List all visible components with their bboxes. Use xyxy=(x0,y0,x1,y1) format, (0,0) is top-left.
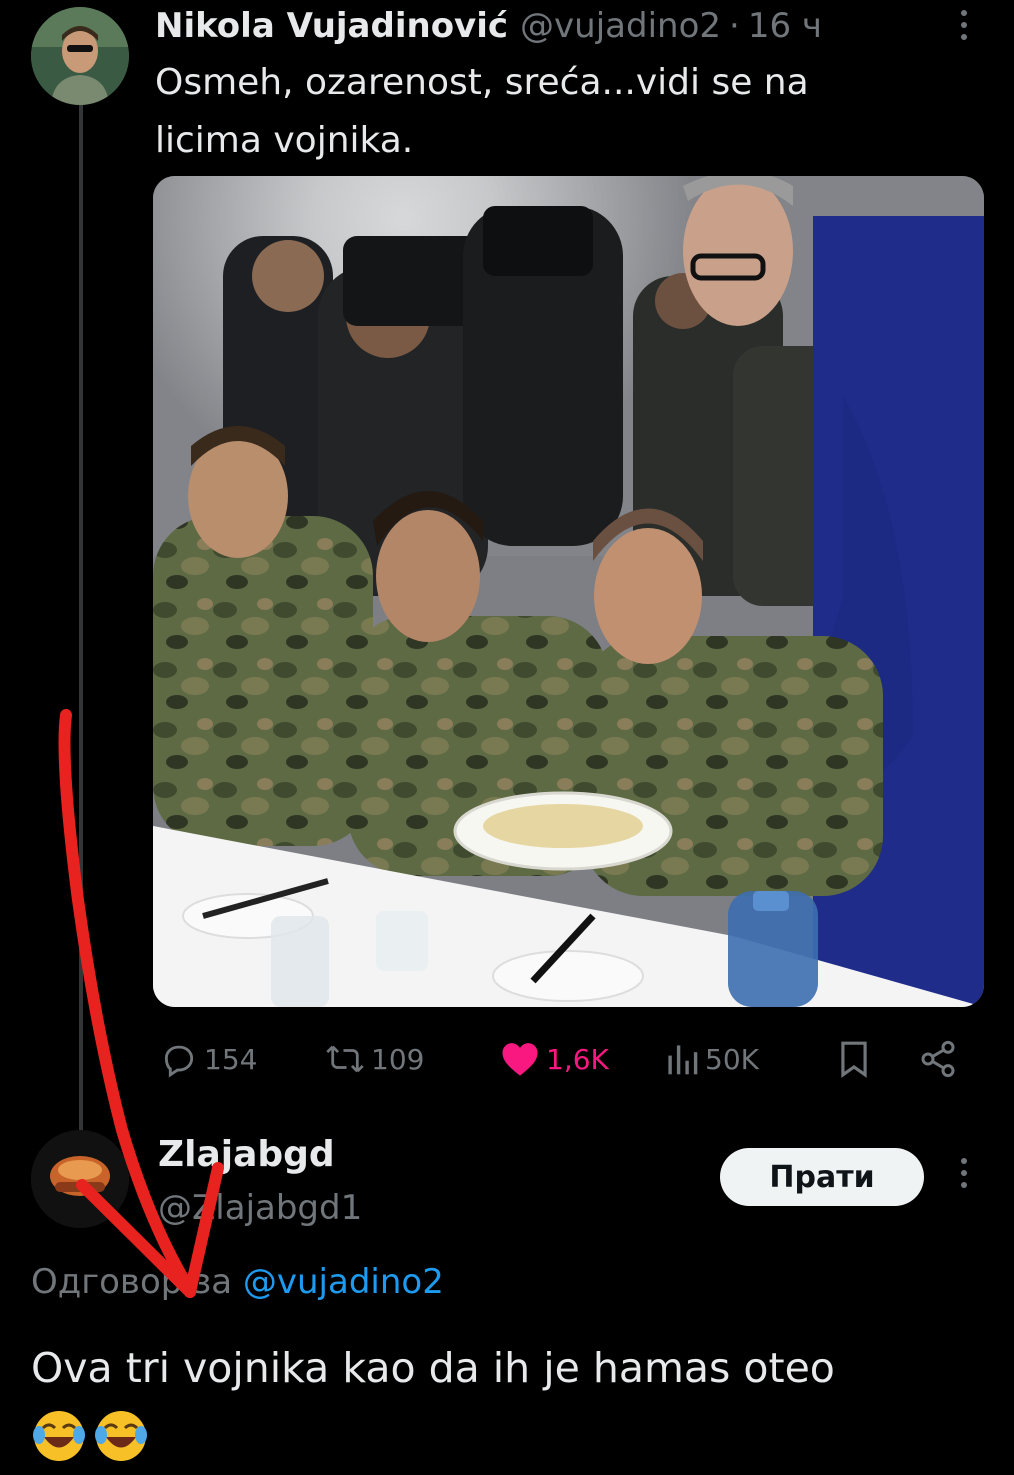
bookmark-icon xyxy=(837,1040,871,1078)
header-separator: · xyxy=(729,6,740,46)
reply-avatar-image xyxy=(31,1130,129,1228)
reply-author-handle[interactable]: @Zlajabgd1 xyxy=(158,1188,362,1228)
like-button[interactable]: 1,6K xyxy=(500,1030,609,1088)
retweet-icon xyxy=(325,1040,365,1078)
views-button[interactable]: 50K xyxy=(665,1030,759,1088)
reply-author-name[interactable]: Zlajabgd xyxy=(158,1134,335,1175)
tweet-timestamp[interactable]: 16 ч xyxy=(748,6,822,46)
replying-to-mention[interactable]: @vujadino2 xyxy=(243,1262,444,1302)
reply-text: Ova tri vojnika kao da ih je hamas oteo xyxy=(31,1344,835,1392)
reply-icon xyxy=(160,1040,198,1078)
retweet-button[interactable]: 109 xyxy=(325,1030,424,1088)
bookmark-button[interactable] xyxy=(837,1030,871,1088)
replying-to-line: Одговор за @vujadino2 xyxy=(31,1262,444,1302)
avatar-image xyxy=(31,7,129,105)
tweet-thread-screen: Nikola Vujadinović @vujadino2 · 16 ч Osm… xyxy=(0,0,1014,1475)
tweet-text: Osmeh, ozarenost, sreća...vidi se na lic… xyxy=(155,54,915,170)
more-options-icon[interactable] xyxy=(948,6,980,50)
author-avatar[interactable] xyxy=(31,7,129,105)
heart-icon xyxy=(500,1040,540,1078)
more-options-icon[interactable] xyxy=(948,1154,980,1198)
author-handle[interactable]: @vujadino2 xyxy=(520,6,721,46)
tweet-photo[interactable] xyxy=(153,176,984,1007)
author-name[interactable]: Nikola Vujadinović xyxy=(155,6,508,46)
reply-count: 154 xyxy=(204,1042,258,1076)
views-count: 50K xyxy=(705,1042,759,1076)
reply-button[interactable]: 154 xyxy=(160,1030,257,1088)
laughing-crying-emoji-icon xyxy=(93,1408,149,1468)
share-icon xyxy=(917,1039,959,1079)
reply-author-avatar[interactable] xyxy=(31,1130,129,1228)
replying-to-label: Одговор за xyxy=(31,1262,233,1302)
tweet-actions-bar: 154 109 1,6K 50K xyxy=(155,1030,965,1088)
thread-connector-line xyxy=(79,100,83,1135)
tweet-header: Nikola Vujadinović @vujadino2 · 16 ч xyxy=(155,2,822,50)
like-count: 1,6K xyxy=(546,1042,609,1076)
views-icon xyxy=(665,1040,699,1078)
photo-image xyxy=(153,176,984,1007)
follow-button[interactable]: Прати xyxy=(720,1148,924,1206)
tweet-text-line-2: licima vojnika. xyxy=(155,120,414,161)
reply-emoji-row xyxy=(31,1408,149,1468)
tweet-text-line-1: Osmeh, ozarenost, sreća...vidi se na xyxy=(155,62,809,103)
share-button[interactable] xyxy=(917,1030,959,1088)
laughing-crying-emoji-icon xyxy=(31,1408,87,1468)
retweet-count: 109 xyxy=(371,1042,425,1076)
